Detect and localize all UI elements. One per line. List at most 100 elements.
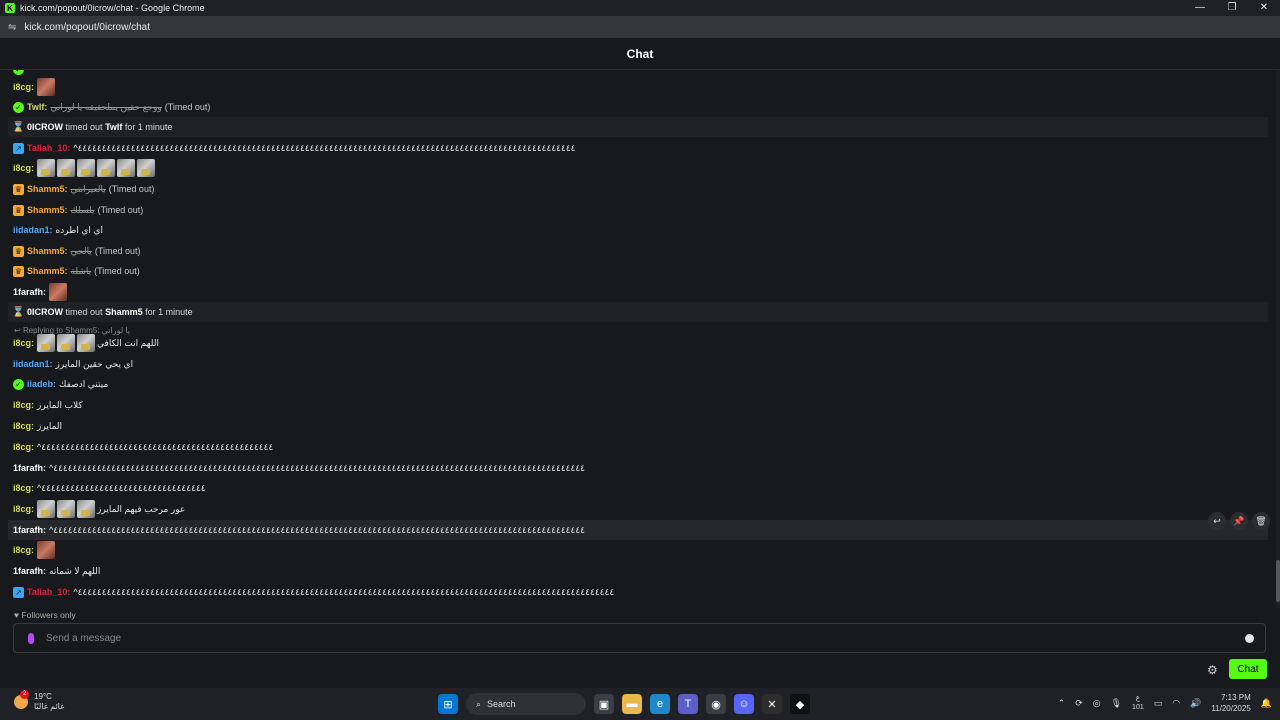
language-indicator[interactable]: ع 101 [1132,694,1144,712]
moderator-name[interactable]: 0ICROW [27,307,63,317]
display-icon[interactable]: ▭ [1154,698,1163,709]
username[interactable]: i8cg: [13,421,34,431]
taskbar-apps: ⊞ ⌕ Search ▣ ▬ e T ◉ ☺ ✕ ◆ [438,693,810,715]
send-chat-button[interactable]: Chat [1229,659,1267,679]
chat-message-list[interactable]: ✓ i8cg: ✓ Twlf: ووجع حقين يملحقيقه يا لو… [0,70,1276,608]
username[interactable]: i8cg: [13,338,34,348]
url-text[interactable]: kick.com/popout/0icrow/chat [24,22,150,33]
target-name[interactable]: Twlf [105,122,122,132]
settings-gear-icon[interactable]: ⚙ [1207,663,1218,677]
chat-message: ✓ Twlf: ووجع حقين يملحقيقه يا لوراني (Ti… [8,97,1268,117]
username[interactable]: iidadan1: [13,359,53,369]
username[interactable]: iiadeb: [27,379,56,389]
volume-icon[interactable]: 🔊 [1190,698,1201,709]
weather-icon: 2 [14,690,29,709]
emoji-picker-icon[interactable] [1245,633,1254,643]
microphone-icon[interactable] [28,632,34,644]
window-titlebar: K kick.com/popout/0icrow/chat - Google C… [0,0,1280,16]
message-actions: ↩ 📌 🗑 [1208,512,1270,530]
notification-bell-icon[interactable]: 🔔 [1261,698,1272,709]
username[interactable]: 1farafh: [13,287,46,297]
reply-icon[interactable]: ↩ [1208,512,1226,530]
site-info-icon[interactable]: ⇋ [8,22,16,33]
message-text: ^٤٤٤٤٤٤٤٤٤٤٤٤٤٤٤٤٤٤٤٤٤٤٤٤٤٤٤٤٤٤٤٤٤٤٤٤٤٤٤… [73,142,576,153]
address-bar[interactable]: ⇋ kick.com/popout/0icrow/chat [0,16,1280,38]
chat-message: i8cg: المايرز [8,416,1268,436]
username[interactable]: i8cg: [13,400,34,410]
close-button[interactable]: ✕ [1248,0,1280,16]
network-icon[interactable]: ◎ [1093,698,1101,709]
message-text: ^٤٤٤٤٤٤٤٤٤٤٤٤٤٤٤٤٤٤٤٤٤٤٤٤٤٤٤٤٤٤٤٤٤٤٤٤٤٤٤… [37,441,274,452]
search-label: Search [487,699,516,709]
window-title: kick.com/popout/0icrow/chat - Google Chr… [20,3,205,13]
target-name[interactable]: Shamm5 [105,307,143,317]
clock[interactable]: 7:13 PM 11/20/2025 [1211,692,1250,714]
xbox-icon[interactable]: ✕ [762,694,782,714]
wifi-icon[interactable]: ◠ [1172,698,1180,709]
microphone-tray-icon[interactable]: 🎙 [1111,698,1122,709]
chat-message: ♛ Shamm5: ياشلة (Timed out) [8,261,1268,281]
teams-icon[interactable]: T [678,694,698,714]
message-text: ^٤٤٤٤٤٤٤٤٤٤٤٤٤٤٤٤٤٤٤٤٤٤٤٤٤٤٤٤٤٤٤٤٤٤ [37,482,206,493]
lang-top: ع [1135,695,1140,702]
username[interactable]: i8cg: [13,82,34,92]
username[interactable]: Shamm5: [27,266,68,276]
moderator-name[interactable]: 0ICROW [27,122,63,132]
username[interactable]: Shamm5: [27,205,68,215]
chat-message: i8cg: كلاب المايرز [8,395,1268,415]
weather-temp: 19°C [34,692,52,701]
discord-icon[interactable]: ☺ [734,694,754,714]
edge-browser-icon[interactable]: e [650,694,670,714]
username[interactable]: i8cg: [13,545,34,555]
username[interactable]: Twlf: [27,102,47,112]
system-message-text: 0ICROW timed out Shamm5 for 1 minute [27,307,193,317]
chat-message-hovered[interactable]: 1farafh: ^٤٤٤٤٤٤٤٤٤٤٤٤٤٤٤٤٤٤٤٤٤٤٤٤٤٤٤٤٤٤… [8,520,1268,540]
chrome-icon[interactable]: ◉ [706,694,726,714]
username[interactable]: 1farafh: [13,525,46,535]
chat-message: iidadan1: اي يحي حقين المايرز [8,354,1268,374]
username[interactable]: 1farafh: [13,463,46,473]
pin-icon[interactable]: 📌 [1230,512,1248,530]
chat-message: 1farafh: اللهم لا شماته [8,561,1268,581]
lang-bottom: 101 [1132,704,1144,711]
message-text: ميتني ادصفك [59,378,109,389]
username[interactable]: i8cg: [13,504,34,514]
chat-message: i8cg: ^٤٤٤٤٤٤٤٤٤٤٤٤٤٤٤٤٤٤٤٤٤٤٤٤٤٤٤٤٤٤٤٤٤… [8,478,1268,498]
timed-out-label: (Timed out) [97,205,144,215]
app-icon[interactable]: ◆ [790,694,810,714]
username[interactable]: Shamm5: [27,184,68,194]
windows-start-icon[interactable]: ⊞ [438,694,458,714]
emote-icon [137,159,156,177]
message-text: اللهم انت الكافي [97,337,159,348]
chevron-up-icon[interactable]: ⌃ [1058,698,1066,709]
verified-badge-icon: ✓ [13,378,24,390]
task-view-icon[interactable]: ▣ [594,694,614,714]
restore-button[interactable]: ❐ [1216,0,1248,16]
chat-message: ✓ iiadeb: ميتني ادصفك [8,374,1268,394]
followers-only-notice: ♥ Followers only [14,610,76,620]
username[interactable]: Shamm5: [27,246,68,256]
sync-icon[interactable]: ⟳ [1075,698,1083,709]
weather-widget[interactable]: 2 19°C غائم غالبًا [14,690,64,712]
deleted-message-text: ياشلة [70,265,92,276]
username[interactable]: i8cg: [13,483,34,493]
delete-icon[interactable]: 🗑 [1252,512,1270,530]
username[interactable]: Taliah_10: [27,587,70,597]
username[interactable]: iidadan1: [13,225,53,235]
chat-scrollbar[interactable] [1276,70,1280,608]
username[interactable]: 1farafh: [13,566,46,576]
chat-message: 1farafh: ^٤٤٤٤٤٤٤٤٤٤٤٤٤٤٤٤٤٤٤٤٤٤٤٤٤٤٤٤٤٤… [8,458,1268,478]
minimize-button[interactable]: — [1184,0,1216,16]
message-input-box[interactable] [13,623,1266,653]
taskbar-search[interactable]: ⌕ Search [466,693,586,715]
emote-icon [97,159,116,177]
username[interactable]: i8cg: [13,442,34,452]
message-input[interactable] [46,632,1245,644]
username[interactable]: Taliah_10: [27,143,70,153]
emote-icon [37,500,56,518]
scrollbar-thumb[interactable] [1276,560,1280,602]
username[interactable]: i8cg: [13,163,34,173]
file-explorer-icon[interactable]: ▬ [622,694,642,714]
chat-message: i8cg: اللهم انت الكافي [8,333,1268,353]
chat-message: i8cg: [8,158,1268,178]
